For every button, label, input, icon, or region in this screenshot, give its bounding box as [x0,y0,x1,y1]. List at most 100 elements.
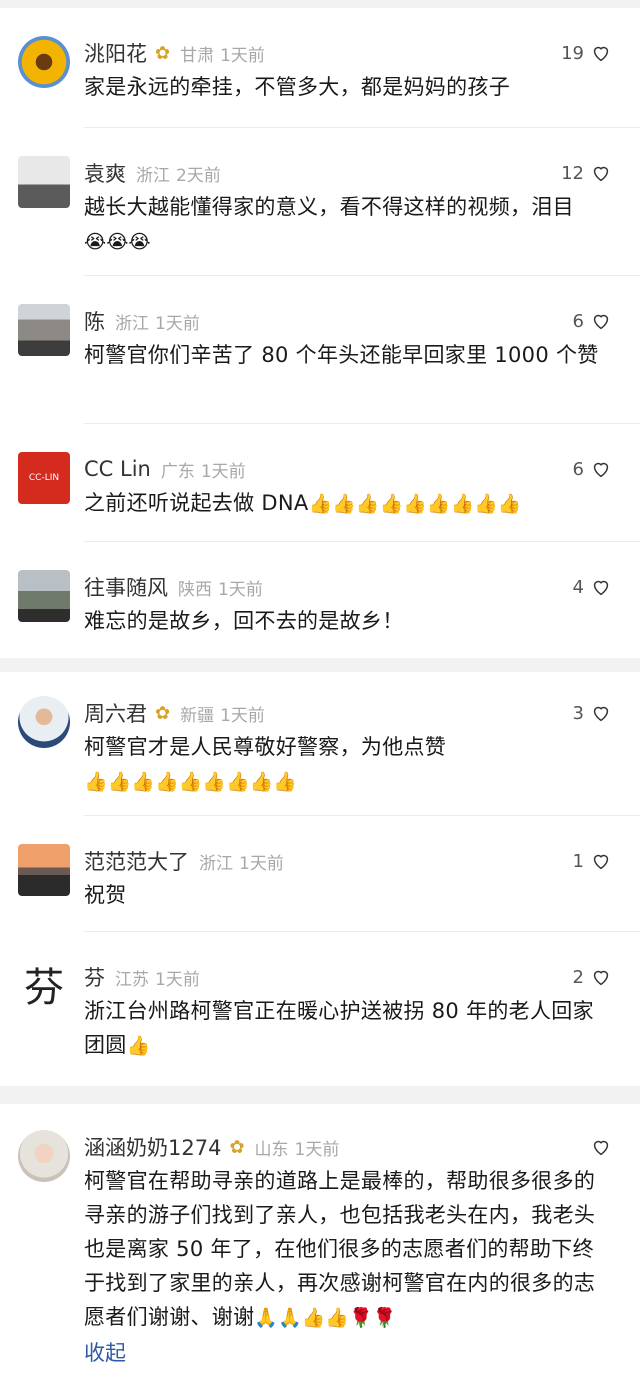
comment-body: 祝贺 [84,883,127,907]
comment-time: 1天前 [155,969,200,990]
like-count: 2 [572,966,584,988]
comment-time: 1天前 [220,705,265,726]
like-button[interactable] [584,1136,612,1158]
avatar[interactable]: 芬 [18,958,70,1010]
heart-outline-icon [593,46,609,62]
emoji-group: 👍👍👍👍👍👍👍👍👍 [308,493,522,515]
comment-time: 1天前 [294,1139,340,1160]
avatar[interactable]: CC-LIN [18,452,70,504]
comment-location: 甘肃 [180,45,215,66]
like-button[interactable]: 1 [573,850,612,872]
like-count: 6 [572,310,584,332]
heart-outline-icon [593,314,609,330]
heart-outline-icon [593,706,609,722]
heart-outline-icon [593,462,609,478]
comment-author[interactable]: 芬 [84,962,105,992]
comment-text: 之前还听说起去做 DNA👍👍👍👍👍👍👍👍👍 [84,486,612,521]
heart-outline-icon [593,1140,609,1156]
heart-outline-icon [593,166,609,182]
comment-location: 新疆 [180,705,215,726]
comment-location: 江苏 [115,969,149,990]
comment-author[interactable]: 涵涵奶奶1274 [84,1132,221,1162]
comment-item[interactable]: 洮阳花 ✿ 甘肃 1天前 19 家是永远的牵挂，不管多大，都是妈妈的孩子 [0,8,640,128]
like-button[interactable]: 3 [573,702,612,724]
comment-text: 难忘的是故乡，回不去的是故乡！ [84,604,612,638]
avatar-calligraphy: 芬 [24,965,64,1010]
comment-body: 柯警官才是人民尊敬好警察，为他点赞 [84,735,447,759]
like-button[interactable]: 6 [573,458,612,480]
like-count: 19 [561,42,584,64]
avatar[interactable] [18,156,70,208]
comment-author[interactable]: CC Lin [84,457,151,481]
avatar[interactable] [18,36,70,88]
comment-item[interactable]: 芬 芬 江苏 1天前 2 浙江台州路柯警官正在暖心护送被拐 80 年的老人回家团… [0,932,640,1082]
comment-author[interactable]: 周六君 [84,698,147,728]
comment-text: 家是永远的牵挂，不管多大，都是妈妈的孩子 [84,70,612,104]
comment-item[interactable]: 周六君 ✿ 新疆 1天前 3 柯警官才是人民尊敬好警察，为他点赞 👍👍👍👍👍👍👍👍… [0,672,640,816]
comment-item[interactable]: 袁爽 浙江 2天前 12 越长大越能懂得家的意义，看不得这样的视频，泪目 😭😭😭 [0,128,640,276]
comment-time: 1天前 [155,313,200,334]
like-button[interactable]: 4 [573,576,612,598]
comment-item[interactable]: 陈 浙江 1天前 6 柯警官你们辛苦了 80 个年头还能早回家里 1000 个赞 [0,276,640,424]
comment-location: 山东 [254,1139,289,1160]
like-count: 4 [572,576,584,598]
comment-text: 柯警官你们辛苦了 80 个年头还能早回家里 1000 个赞 [84,338,612,372]
avatar[interactable] [18,844,70,896]
avatar[interactable] [18,570,70,622]
like-button[interactable]: 12 [561,162,612,184]
like-button[interactable]: 2 [573,966,612,988]
comment-author[interactable]: 范范范大了 [84,846,189,876]
flower-badge-icon: ✿ [155,702,171,724]
comment-time: 1天前 [218,579,263,600]
comment-text: 越长大越能懂得家的意义，看不得这样的视频，泪目 😭😭😭 [84,190,612,259]
like-count: 3 [572,702,584,724]
flower-badge-icon: ✿ [155,42,171,64]
comment-location: 广东 [160,461,195,482]
like-button[interactable]: 19 [561,42,612,64]
comment-body: 越长大越能懂得家的意义，看不得这样的视频，泪目 [84,195,574,219]
comment-body: 家是永远的牵挂，不管多大，都是妈妈的孩子 [84,75,510,99]
comment-location: 浙江 [199,853,233,874]
comment-author[interactable]: 往事随风 [84,572,168,602]
top-gap [0,0,640,8]
comment-text: 柯警官在帮助寻亲的道路上是最棒的，帮助很多很多的寻亲的游子们找到了亲人，也包括我… [84,1164,612,1335]
comment-author[interactable]: 洮阳花 [84,38,147,68]
comment-item[interactable]: 涵涵奶奶1274 ✿ 山东 1天前 柯警官在帮助寻亲的道路上是最棒的，帮助很多很… [0,1104,640,1369]
comment-author[interactable]: 陈 [84,306,105,336]
emoji-group: 😭😭😭 [84,231,151,253]
emoji-group: 👍👍👍👍👍👍👍👍👍 [84,771,297,793]
like-count: 1 [572,850,584,872]
comment-time: 1天前 [200,461,246,482]
heart-outline-icon [593,580,609,596]
comment-author[interactable]: 袁爽 [84,158,126,188]
comment-time: 2天前 [176,165,221,186]
emoji-group: 👍 [126,1035,151,1057]
comment-item[interactable]: 范范范大了 浙江 1天前 1 祝贺 [0,816,640,932]
avatar[interactable] [18,696,70,748]
comment-body: 柯警官你们辛苦了 80 个年头还能早回家里 1000 个赞 [84,343,599,367]
comment-location: 浙江 [115,313,149,334]
comment-text: 浙江台州路柯警官正在暖心护送被拐 80 年的老人回家团圆👍 [84,994,612,1063]
collapse-link[interactable]: 收起 [84,1337,612,1369]
comment-item[interactable]: CC-LIN CC Lin 广东 1天前 6 之前还听说起去做 DNA👍👍👍👍👍… [0,424,640,542]
avatar[interactable] [18,304,70,356]
emoji-group: 🙏🙏👍👍🌹🌹 [254,1307,397,1329]
heart-outline-icon [593,854,609,870]
section-divider [0,1086,640,1104]
avatar-label: CC-LIN [28,473,60,483]
heart-outline-icon [593,970,609,986]
comment-location: 浙江 [136,165,170,186]
flower-badge-icon: ✿ [229,1136,245,1158]
avatar[interactable] [18,1130,70,1182]
comment-location: 陕西 [178,579,212,600]
comment-body: 之前还听说起去做 DNA [84,491,309,515]
comment-body: 难忘的是故乡，回不去的是故乡！ [84,609,404,633]
comment-item[interactable]: 往事随风 陕西 1天前 4 难忘的是故乡，回不去的是故乡！ [0,542,640,652]
comment-body: 浙江台州路柯警官正在暖心护送被拐 80 年的老人回家团圆 [84,999,594,1057]
like-count: 12 [561,162,584,184]
like-button[interactable]: 6 [573,310,612,332]
like-count: 6 [572,458,584,480]
section-divider [0,658,640,672]
comment-time: 1天前 [239,853,284,874]
comment-text: 柯警官才是人民尊敬好警察，为他点赞 👍👍👍👍👍👍👍👍👍 [84,730,612,799]
